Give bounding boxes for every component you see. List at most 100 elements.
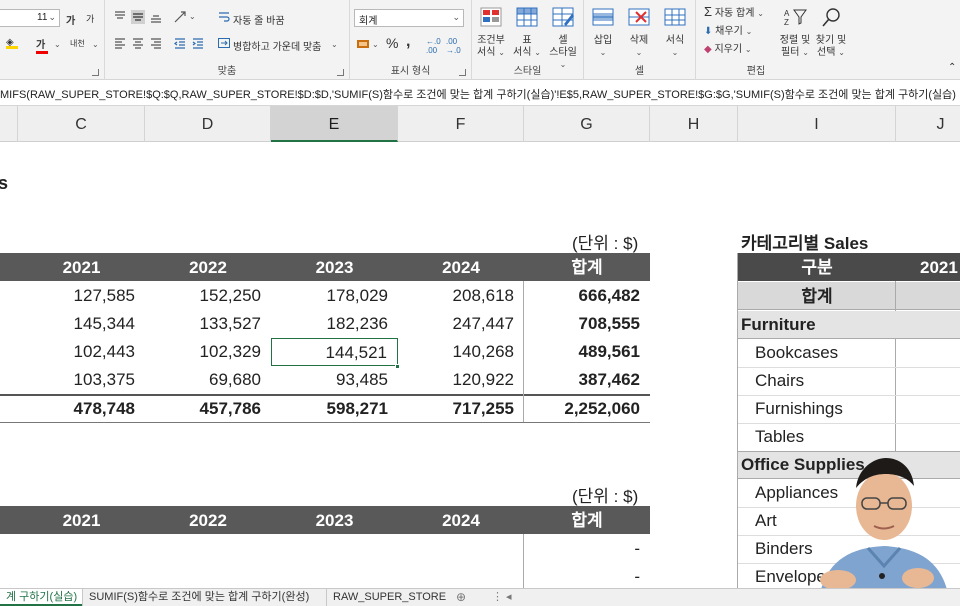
decrease-decimal-icon[interactable]: .00 →.0	[446, 37, 461, 55]
table1-total-cell[interactable]: 457,786	[145, 395, 271, 423]
column-header-i[interactable]: I	[738, 106, 896, 142]
format-as-table-button[interactable]: 표 서식 ⌄	[510, 6, 544, 59]
add-sheet-button[interactable]: ⊕	[450, 589, 472, 606]
table1-cell[interactable]: 178,029	[271, 282, 398, 310]
column-header-d[interactable]: D	[145, 106, 271, 142]
find-select-button[interactable]: 찾기 및 선택 ⌄	[814, 6, 848, 59]
table1-row-total[interactable]: 489,561	[524, 338, 650, 366]
number-launcher-icon[interactable]	[459, 69, 466, 76]
autosum-button[interactable]: Σ 자동 합계 ⌄	[704, 4, 764, 19]
clear-button[interactable]: ◆ 지우기 ⌄	[704, 40, 752, 55]
sort-filter-button[interactable]: AZ 정렬 및 필터 ⌄	[778, 6, 812, 59]
table1-cell[interactable]: 133,527	[145, 310, 271, 338]
table1-total-cell[interactable]: 717,255	[398, 395, 524, 423]
sheet-tab-completed[interactable]: SUMIF(S)함수로 조건에 맞는 합계 구하기(완성)	[82, 589, 315, 606]
phonetic-icon[interactable]: 내천	[70, 38, 85, 49]
orientation-icon[interactable]	[173, 10, 187, 24]
worksheet-grid[interactable]: s (단위 : $) 2021 2022 2023 2024 합계 127,58…	[0, 143, 960, 588]
fill-button[interactable]: ⬇ 채우기 ⌄	[704, 22, 752, 37]
column-header-h[interactable]: H	[650, 106, 738, 142]
font-size-combo[interactable]: 11 ⌄	[0, 9, 60, 27]
table1-total-cell[interactable]: 478,748	[18, 395, 145, 423]
styles-group-label: 스타일	[513, 66, 542, 77]
align-left-icon[interactable]	[113, 36, 127, 50]
table1-cell[interactable]: 182,236	[271, 310, 398, 338]
number-format-value: 회계	[359, 16, 378, 27]
font-launcher-icon[interactable]	[92, 69, 99, 76]
collapse-ribbon-icon[interactable]: ⌃	[948, 62, 956, 73]
right-table-subcategory[interactable]: Tables	[755, 423, 804, 451]
column-header-e[interactable]: E	[271, 106, 398, 142]
table1-cell[interactable]: 145,344	[18, 310, 145, 338]
right-table-subcategory[interactable]: Bookcases	[755, 339, 838, 367]
number-format-combo[interactable]: 회계 ⌄	[354, 9, 464, 27]
align-top-icon[interactable]	[113, 10, 127, 24]
table1-cell[interactable]: 208,618	[398, 282, 524, 310]
table1-row-total[interactable]: 387,462	[524, 366, 650, 394]
right-table-category[interactable]: Furniture	[741, 311, 816, 339]
table1-cell[interactable]: 93,485	[271, 366, 398, 394]
table2-row-total[interactable]: -	[524, 535, 650, 563]
table1-cell[interactable]: 102,443	[18, 338, 145, 366]
unit-label-2: (단위 : $)	[572, 487, 639, 506]
wrap-text-icon[interactable]	[217, 10, 231, 24]
table1-cell[interactable]: 103,375	[18, 366, 145, 394]
table1-cell[interactable]: 140,268	[398, 338, 524, 366]
number-group: 회계 ⌄ ⌄ % , ←.0.00 .00 →.0 표시 형식	[350, 0, 472, 80]
format-cells-button[interactable]: 서식 ⌄	[658, 6, 692, 59]
align-middle-icon[interactable]	[131, 10, 145, 24]
increase-indent-icon[interactable]	[191, 36, 205, 50]
align-bottom-icon[interactable]	[149, 10, 163, 24]
align-right-icon[interactable]	[149, 36, 163, 50]
grow-font-button[interactable]: 가	[66, 12, 75, 27]
font-color-button[interactable]: 가	[36, 36, 48, 54]
table1-cell[interactable]: 102,329	[145, 338, 271, 366]
column-header-f[interactable]: F	[398, 106, 524, 142]
right-table-subcategory[interactable]: Chairs	[755, 367, 804, 395]
table1-cell[interactable]: 69,680	[145, 366, 271, 394]
alignment-launcher-icon[interactable]	[337, 69, 344, 76]
format-cells-icon	[664, 8, 686, 26]
shrink-font-button[interactable]: 가	[86, 12, 94, 25]
column-header-c[interactable]: C	[18, 106, 145, 142]
table1-cell[interactable]: 127,585	[18, 282, 145, 310]
insert-cells-button[interactable]: 삽입 ⌄	[586, 6, 620, 59]
delete-cells-button[interactable]: 삭제 ⌄	[622, 6, 656, 59]
cell-styles-label-1: 셀	[558, 35, 568, 46]
formula-bar[interactable]: MIFS(RAW_SUPER_STORE!$Q:$Q,RAW_SUPER_STO…	[0, 80, 960, 106]
sheet-tab-raw-data[interactable]: RAW_SUPER_STORE	[326, 589, 452, 606]
sheet-tab-practice[interactable]: 계 구하기(실습)	[0, 589, 84, 606]
wrap-text-button[interactable]: 자동 줄 바꿈	[233, 12, 285, 27]
right-table-header: 구분 2021	[738, 253, 960, 281]
table1-cell[interactable]: 120,922	[398, 366, 524, 394]
percent-button[interactable]: %	[386, 35, 398, 51]
table1-grand-total[interactable]: 2,252,060	[524, 395, 650, 423]
table1-cell[interactable]: 152,250	[145, 282, 271, 310]
right-table-subcategory[interactable]: Furnishings	[755, 395, 843, 423]
increase-decimal-icon[interactable]: ←.0.00	[426, 37, 441, 55]
conditional-format-button[interactable]: 조건부 서식 ⌄	[474, 6, 508, 59]
right-table-subcategory[interactable]: Art	[755, 507, 777, 535]
column-header-j[interactable]: J	[896, 106, 960, 142]
fill-color-icon[interactable]: ◈	[6, 37, 18, 49]
table1-cell[interactable]: 247,447	[398, 310, 524, 338]
cells-group-label: 셀	[634, 66, 645, 77]
accounting-format-icon[interactable]	[356, 37, 370, 51]
table1-total-cell[interactable]: 598,271	[271, 395, 398, 423]
decrease-indent-icon[interactable]	[173, 36, 187, 50]
column-header-b[interactable]	[0, 106, 18, 142]
table1-row-total[interactable]: 666,482	[524, 282, 650, 310]
comma-button[interactable]: ,	[406, 33, 410, 51]
selected-cell-e[interactable]: 144,521	[271, 338, 398, 366]
merge-center-icon[interactable]	[217, 36, 231, 50]
table1-row-total[interactable]: 708,555	[524, 310, 650, 338]
column-header-g[interactable]: G	[524, 106, 650, 142]
alignment-group: ⌄ 자동 줄 바꿈 병합하고 가운데 맞춤 ⌄ 맞춤	[105, 0, 350, 80]
formula-text: MIFS(RAW_SUPER_STORE!$Q:$Q,RAW_SUPER_STO…	[0, 89, 956, 101]
table2-row-total[interactable]: -	[524, 563, 650, 588]
right-table-subcategory[interactable]: Binders	[755, 535, 813, 563]
format-as-table-label-1: 표	[522, 35, 532, 46]
align-center-icon[interactable]	[131, 36, 145, 50]
scroll-left-icon[interactable]: ◂	[500, 589, 518, 606]
merge-center-button[interactable]: 병합하고 가운데 맞춤	[233, 38, 321, 53]
